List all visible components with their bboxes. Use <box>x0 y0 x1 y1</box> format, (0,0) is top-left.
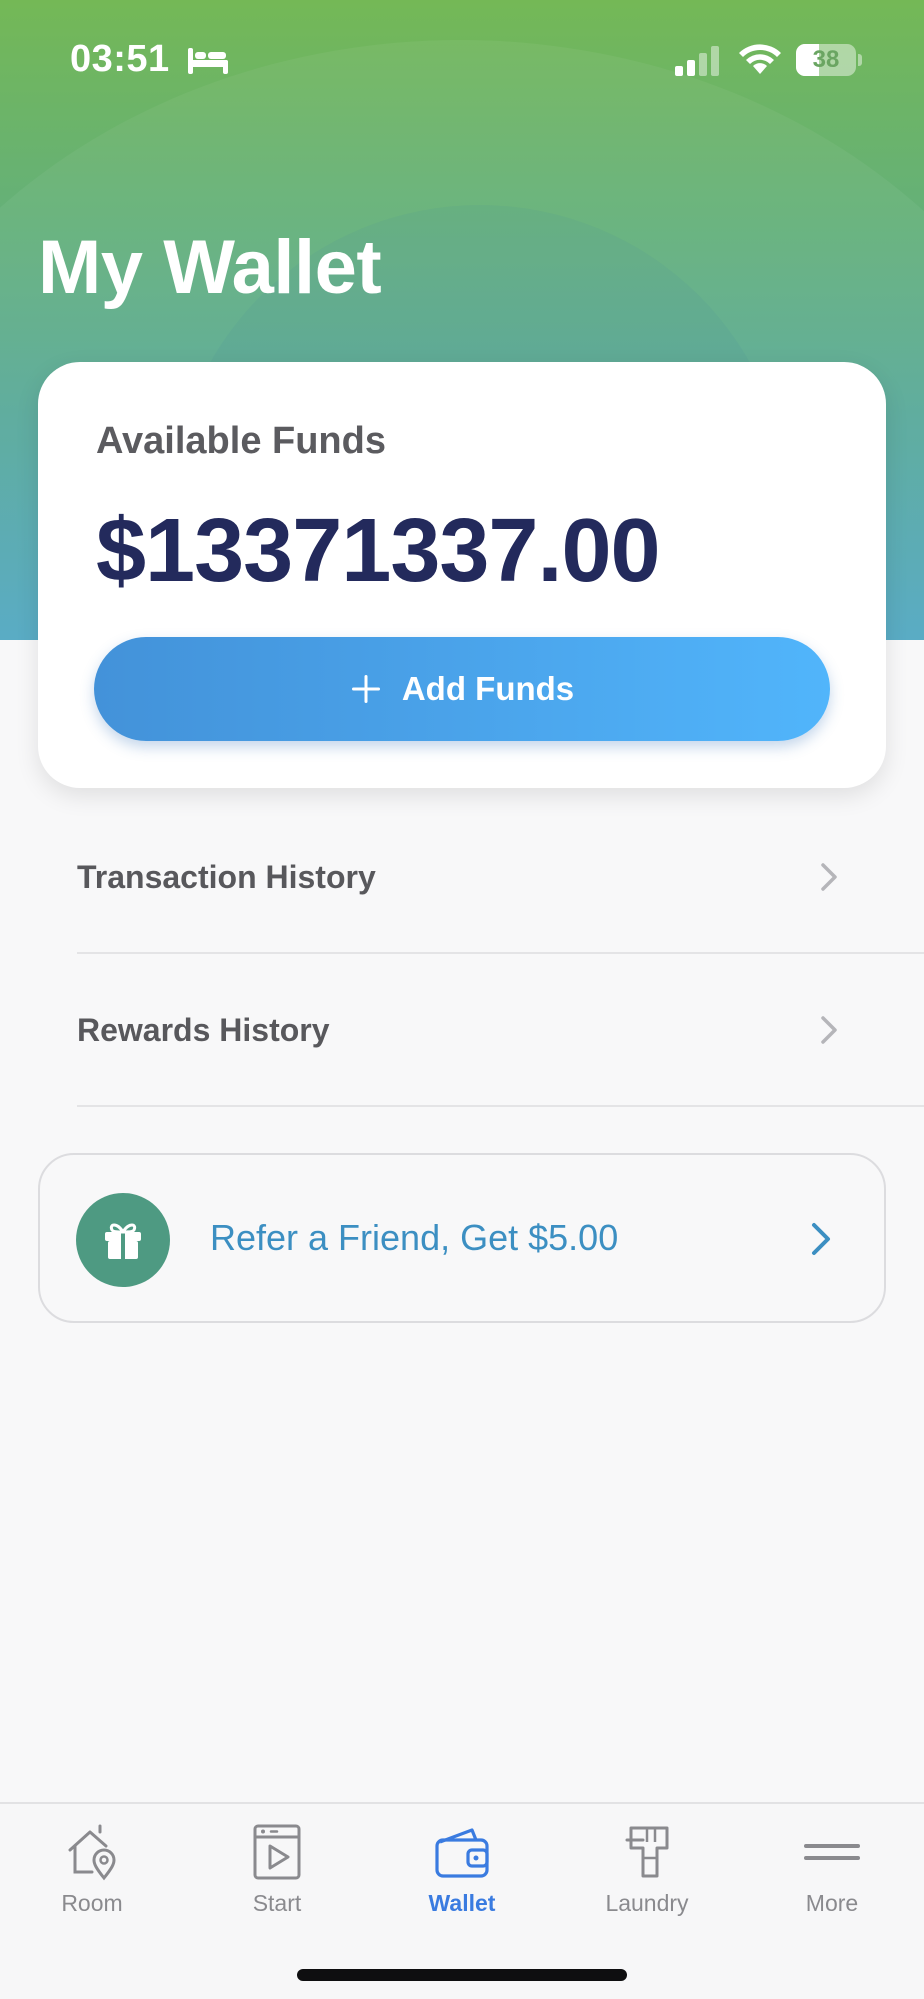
tab-laundry[interactable]: Laundry <box>555 1804 739 1924</box>
status-bar: 03:51 38 <box>0 0 924 120</box>
menu-item-label: Transaction History <box>77 859 376 895</box>
menu-item-label: Rewards History <box>77 1012 330 1048</box>
tab-room[interactable]: Room <box>0 1804 184 1924</box>
tab-wallet[interactable]: Wallet <box>370 1804 554 1924</box>
available-funds-label: Available Funds <box>96 420 386 462</box>
tab-start[interactable]: Start <box>185 1804 369 1924</box>
chevron-right-icon <box>810 1221 832 1262</box>
start-machine-icon <box>247 1822 307 1882</box>
laundry-icon <box>617 1822 677 1882</box>
refer-a-friend-label: Refer a Friend, Get $5.00 <box>210 1217 619 1258</box>
plus-icon <box>350 673 382 705</box>
tab-label: Wallet <box>428 1890 496 1916</box>
battery-level: 38 <box>812 46 840 73</box>
gift-icon <box>76 1193 170 1287</box>
add-funds-label: Add Funds <box>401 670 575 707</box>
wifi-icon <box>738 42 782 81</box>
signal-icon <box>673 46 721 81</box>
page-title: My Wallet <box>38 225 382 310</box>
tab-label: Start <box>252 1890 302 1916</box>
status-time: 03:51 <box>70 38 170 80</box>
chevron-right-icon <box>819 861 839 898</box>
menu-lines-icon <box>802 1822 862 1882</box>
home-indicator[interactable] <box>297 1969 627 1981</box>
room-location-icon <box>62 1822 122 1882</box>
tab-label: More <box>805 1890 859 1916</box>
add-funds-button[interactable]: Add Funds <box>94 637 830 741</box>
refer-a-friend-card[interactable]: Refer a Friend, Get $5.00 <box>38 1153 886 1323</box>
wallet-icon <box>432 1822 492 1882</box>
tab-more[interactable]: More <box>740 1804 924 1924</box>
tab-label: Laundry <box>605 1890 689 1916</box>
chevron-right-icon <box>819 1014 839 1051</box>
bed-icon <box>186 46 230 81</box>
tab-label: Room <box>61 1890 123 1916</box>
transaction-history-row[interactable]: Transaction History <box>77 801 924 954</box>
available-funds-card: Available Funds $13371337.00 Add Funds <box>38 362 886 788</box>
battery-icon: 38 <box>796 44 862 76</box>
funds-amount: $13371337.00 <box>96 501 661 601</box>
rewards-history-row[interactable]: Rewards History <box>77 954 924 1107</box>
